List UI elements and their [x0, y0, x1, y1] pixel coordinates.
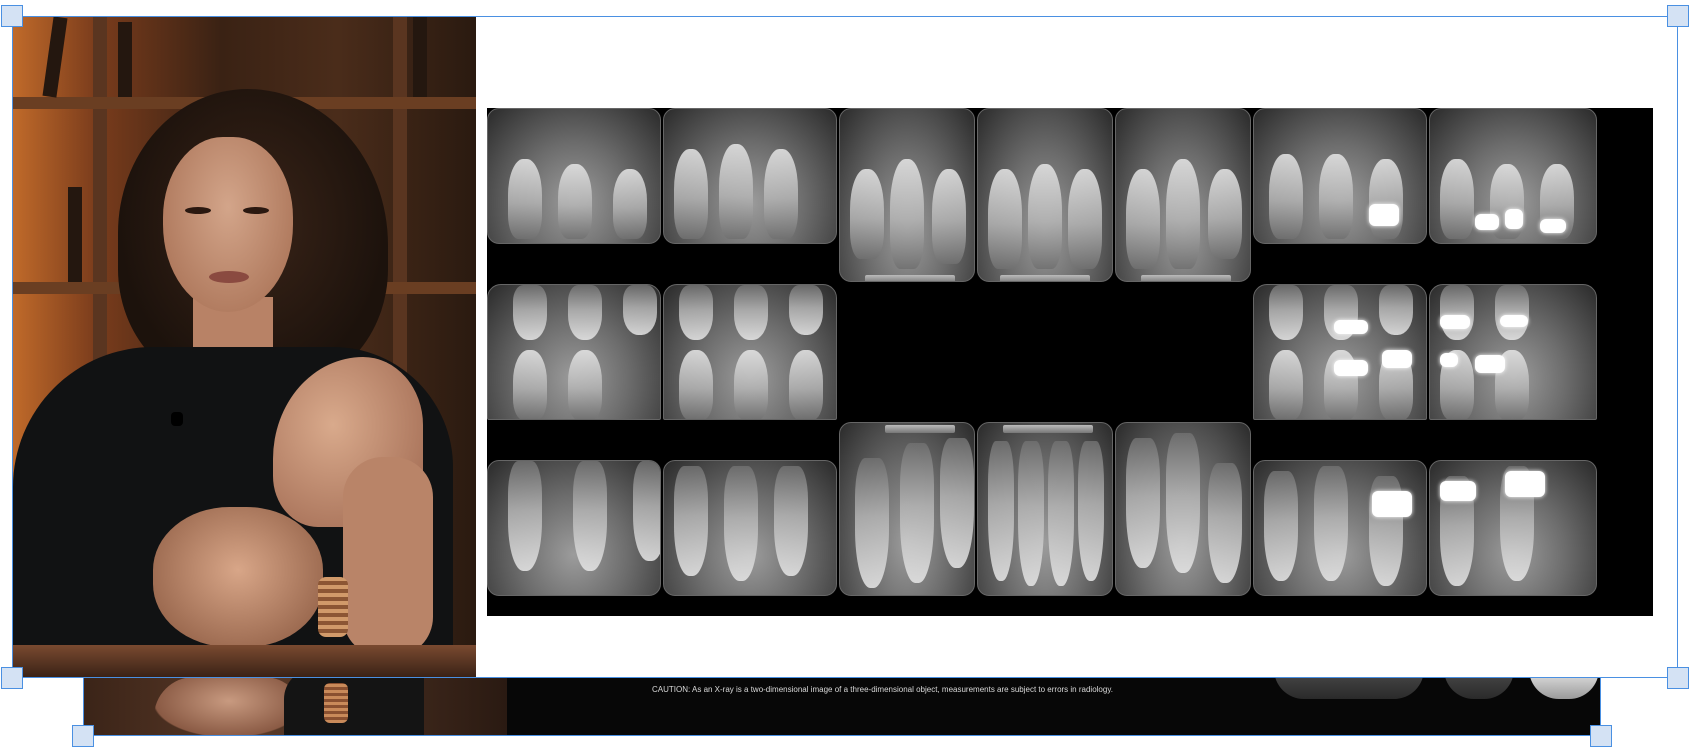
lips — [209, 271, 249, 283]
resize-handle-back-bottom-right[interactable] — [1590, 725, 1612, 747]
xray-lower-left-molar — [1429, 460, 1597, 596]
arm — [343, 457, 433, 657]
book — [68, 187, 82, 282]
table-edge — [13, 645, 476, 677]
back-slide-frame[interactable]: CAUTION: As an X-ray is a two-dimensiona… — [83, 668, 1601, 736]
xray-upper-left-canine — [1115, 108, 1251, 282]
full-mouth-xray-series[interactable] — [487, 108, 1653, 616]
back-bracelet — [324, 683, 348, 723]
xray-upper-right-canine — [839, 108, 975, 282]
eye — [243, 207, 269, 214]
xray-upper-left-molar — [1429, 108, 1597, 244]
resize-handle-top-left[interactable] — [1, 5, 23, 27]
lapel-mic-icon — [171, 412, 183, 426]
xray-lower-right-canine — [839, 422, 975, 596]
xray-right-molar-bitewing — [487, 284, 661, 420]
front-slide-frame[interactable] — [12, 16, 1678, 678]
xray-right-premolar-bitewing — [663, 284, 837, 420]
xray-left-molar-bitewing — [1429, 284, 1597, 420]
xray-upper-left-premolar — [1253, 108, 1427, 244]
xray-lower-right-premolar — [663, 460, 837, 596]
xray-lower-left-premolar — [1253, 460, 1427, 596]
clasped-hands — [153, 507, 323, 647]
book — [118, 22, 132, 97]
book — [413, 17, 427, 97]
face — [163, 137, 293, 312]
presenter-video[interactable] — [13, 17, 476, 677]
xray-upper-incisors — [977, 108, 1113, 282]
eye — [185, 207, 211, 214]
resize-handle-top-right[interactable] — [1667, 5, 1689, 27]
bangles — [318, 577, 348, 637]
back-sleeve — [284, 669, 424, 735]
xray-upper-right-premolar — [663, 108, 837, 244]
xray-left-premolar-bitewing — [1253, 284, 1427, 420]
xray-lower-incisors — [977, 422, 1113, 596]
xray-lower-left-canine — [1115, 422, 1251, 596]
resize-handle-bottom-left[interactable] — [1, 667, 23, 689]
xray-lower-right-molar — [487, 460, 661, 596]
resize-handle-back-bottom-left[interactable] — [72, 725, 94, 747]
back-presenter-video — [84, 669, 507, 735]
xray-upper-right-molar — [487, 108, 661, 244]
resize-handle-bottom-right[interactable] — [1667, 667, 1689, 689]
back-hands — [154, 677, 304, 735]
caution-text: CAUTION: As an X-ray is a two-dimensiona… — [652, 685, 1113, 694]
